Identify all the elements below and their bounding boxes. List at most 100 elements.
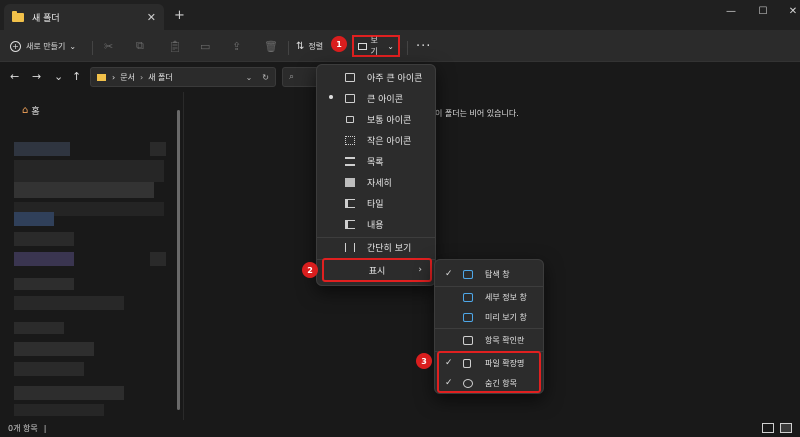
menu-item-list[interactable]: 목록 xyxy=(317,151,435,172)
submenu-item-label: 탐색 창 xyxy=(485,269,510,279)
submenu-item-details-pane[interactable]: 세부 정보 창 xyxy=(435,286,543,308)
menu-item-label: 내용 xyxy=(367,221,384,231)
blurred-item xyxy=(14,386,124,400)
view-button[interactable]: 보기 ⌄ xyxy=(352,35,400,57)
tab-current[interactable]: 새 폴더 ✕ xyxy=(4,4,164,30)
rename-icon[interactable]: ▭ xyxy=(200,36,210,56)
cut-icon[interactable]: ✂ xyxy=(104,36,113,56)
menu-item-compact-view[interactable]: 간단히 보기 xyxy=(317,237,435,258)
empty-folder-message: 이 폴더는 비어 있습니다. xyxy=(435,109,519,118)
view-menu: 아주 큰 아이콘 큰 아이콘 보통 아이콘 작은 아이콘 목록 자세히 타일 내… xyxy=(316,64,436,286)
address-bar[interactable]: › 문서 › 새 폴더 ⌄ ↻ xyxy=(90,67,276,87)
new-tab-button[interactable]: + xyxy=(174,8,185,23)
close-window-button[interactable]: ✕ xyxy=(770,0,800,22)
command-bar: + 새로 만들기 ⌄ ✂ ⧉ 📋︎ ▭ ⇪ 🗑︎ ⇅ 정렬 1 보기 ⌄ ··· xyxy=(0,30,800,62)
menu-item-details[interactable]: 자세히 xyxy=(317,172,435,193)
menu-item-large-icons[interactable]: 큰 아이콘 xyxy=(317,88,435,109)
chevron-right-icon: › xyxy=(418,265,422,275)
menu-item-label: 아주 큰 아이콘 xyxy=(367,74,423,84)
breadcrumb-documents[interactable]: 문서 xyxy=(120,72,135,83)
blurred-item xyxy=(14,342,94,356)
details-icon xyxy=(345,178,355,187)
sidebar-item-home[interactable]: ⌂ 홈 xyxy=(22,104,40,117)
details-pane-icon xyxy=(463,292,473,302)
share-icon[interactable]: ⇪ xyxy=(232,36,241,56)
submenu-item-item-checkboxes[interactable]: 항목 확인란 xyxy=(435,329,543,351)
selected-dot-icon xyxy=(329,95,333,99)
submenu-item-preview-pane[interactable]: 미리 보기 창 xyxy=(435,306,543,328)
check-icon: ✓ xyxy=(445,269,453,279)
blurred-item xyxy=(150,142,166,156)
tiles-icon xyxy=(345,199,355,208)
blurred-item xyxy=(14,160,164,182)
sort-label: 정렬 xyxy=(308,41,324,51)
forward-button[interactable]: → xyxy=(32,70,41,83)
blurred-item xyxy=(14,362,84,376)
blurred-item xyxy=(14,232,74,246)
tab-close-icon[interactable]: ✕ xyxy=(147,11,156,24)
preview-pane-icon xyxy=(463,312,473,322)
paste-icon[interactable]: 📋︎ xyxy=(168,36,182,56)
large-icons-view-icon[interactable] xyxy=(780,423,792,433)
blurred-item xyxy=(14,142,70,156)
details-view-icon[interactable] xyxy=(762,423,774,433)
blurred-item xyxy=(150,252,166,266)
breadcrumb-chevron: › xyxy=(139,72,144,82)
medium-icons-icon xyxy=(346,116,354,123)
submenu-item-label: 항목 확인란 xyxy=(485,335,525,345)
more-options-button[interactable]: ··· xyxy=(416,36,431,56)
step-badge-3: 3 xyxy=(416,353,432,369)
menu-item-show[interactable]: 표시 › xyxy=(322,258,432,282)
sidebar-item-label: 홈 xyxy=(31,107,40,117)
show-submenu: ✓ 탐색 창 세부 정보 창 미리 보기 창 항목 확인란 ✓ 파일 확장명 ✓… xyxy=(434,259,544,394)
submenu-item-label: 세부 정보 창 xyxy=(485,292,527,302)
recent-locations-button[interactable]: ⌄ xyxy=(54,70,63,83)
blurred-item xyxy=(14,278,74,290)
breadcrumb-current-folder[interactable]: 새 폴더 xyxy=(148,72,173,83)
menu-item-medium-icons[interactable]: 보통 아이콘 xyxy=(317,109,435,130)
new-button[interactable]: + 새로 만들기 ⌄ xyxy=(10,36,76,56)
new-button-label: 새로 만들기 xyxy=(26,41,66,51)
home-icon: ⌂ xyxy=(22,105,29,116)
sort-button[interactable]: ⇅ 정렬 xyxy=(296,36,323,56)
blurred-item xyxy=(14,252,74,266)
highlight-box xyxy=(437,351,541,393)
sidebar-scrollbar[interactable] xyxy=(177,110,180,410)
large-icons-icon xyxy=(345,94,355,103)
delete-icon[interactable]: 🗑︎ xyxy=(264,36,278,56)
blurred-item xyxy=(14,296,124,310)
step-badge-2: 2 xyxy=(302,262,318,278)
submenu-item-navigation-pane[interactable]: ✓ 탐색 창 xyxy=(435,263,543,285)
menu-item-extra-large-icons[interactable]: 아주 큰 아이콘 xyxy=(317,67,435,88)
submenu-item-label: 미리 보기 창 xyxy=(485,312,527,322)
menu-item-label: 목록 xyxy=(367,158,384,168)
menu-item-content[interactable]: 내용 xyxy=(317,214,435,235)
menu-item-label: 간단히 보기 xyxy=(367,244,412,254)
status-divider: | xyxy=(43,424,47,433)
folder-icon xyxy=(12,10,24,22)
chevron-down-icon: ⌄ xyxy=(69,41,77,51)
blurred-item xyxy=(14,212,54,226)
view-label: 보기 xyxy=(370,36,378,56)
back-button[interactable]: ← xyxy=(10,70,19,83)
title-bar: 새 폴더 ✕ + — ☐ ✕ xyxy=(0,0,800,30)
menu-item-small-icons[interactable]: 작은 아이콘 xyxy=(317,130,435,151)
status-bar: 0개 항목 | xyxy=(0,420,800,437)
menu-item-label: 타일 xyxy=(367,200,384,210)
search-icon: ⌕ xyxy=(289,72,295,82)
refresh-icon[interactable]: ↻ xyxy=(262,73,269,82)
tab-title: 새 폴더 xyxy=(32,13,60,24)
blurred-item xyxy=(14,182,154,198)
extra-large-icons-icon xyxy=(345,73,355,82)
address-dropdown-icon[interactable]: ⌄ xyxy=(246,73,253,82)
divider xyxy=(288,41,289,55)
blurred-item xyxy=(14,322,64,334)
menu-item-label: 표시 xyxy=(368,266,386,277)
up-button[interactable]: ↑ xyxy=(72,70,81,83)
copy-icon[interactable]: ⧉ xyxy=(136,36,144,56)
menu-item-label: 자세히 xyxy=(367,179,392,189)
step-badge-1: 1 xyxy=(331,36,347,52)
menu-item-tiles[interactable]: 타일 xyxy=(317,193,435,214)
list-icon xyxy=(345,157,355,166)
folder-icon xyxy=(97,73,106,81)
